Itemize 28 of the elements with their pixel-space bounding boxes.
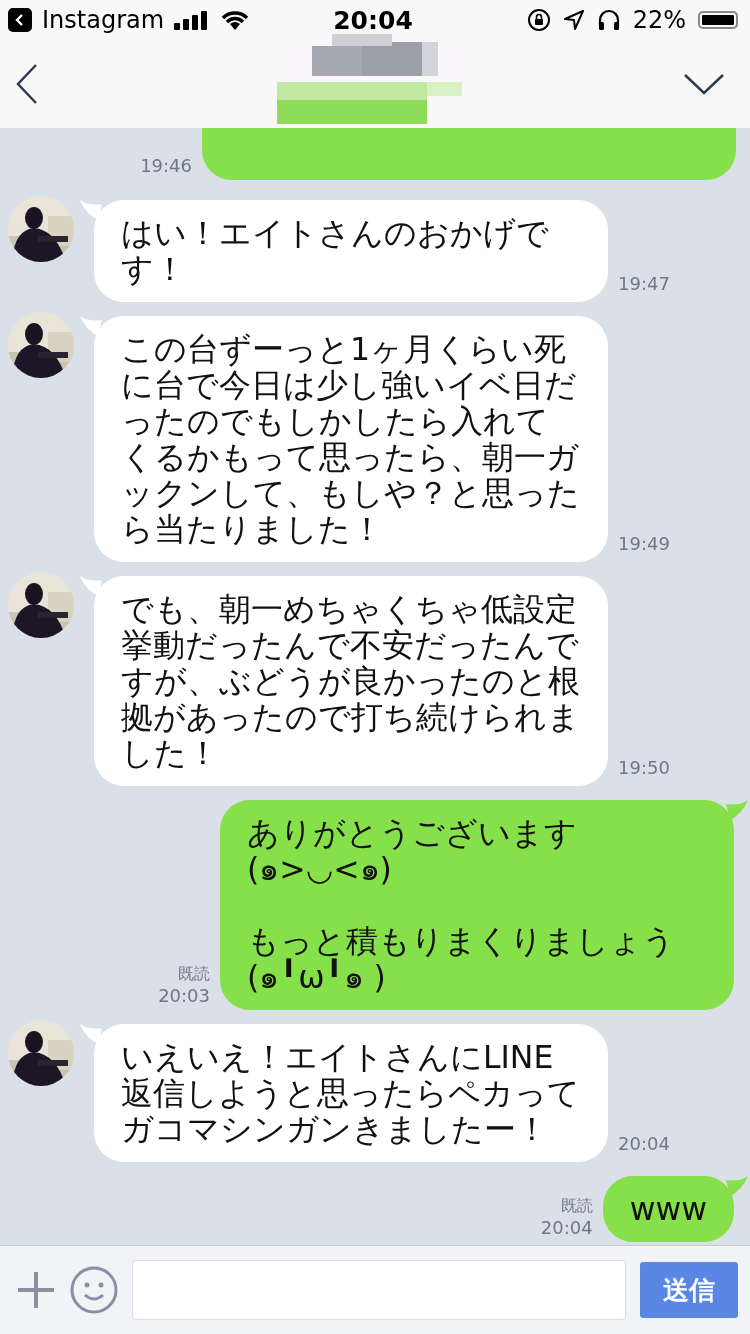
back-app-label[interactable]: Instagram — [42, 6, 165, 34]
read-receipt: 既読 — [560, 1196, 593, 1217]
battery-icon — [698, 11, 738, 29]
wifi-icon — [220, 9, 251, 31]
message-text: はい！エイトさんのおかげです！ — [121, 215, 550, 287]
message-time: 19:49 — [618, 533, 670, 554]
message-text: この台ずーっと1ヶ月くらい死に台で今日は少し強いイベ日だったのでもしかしたら入れてくるかもって思ったら、朝一ガックンして、もしや？と思ったら当たりました！ — [121, 331, 581, 547]
message-text: www — [629, 1191, 707, 1227]
message-time: 20:04 — [618, 1133, 670, 1154]
rotation-lock-icon — [526, 8, 551, 32]
message-time: 20:03 — [158, 985, 210, 1006]
message-input[interactable] — [132, 1260, 626, 1320]
emoji-icon[interactable] — [70, 1266, 118, 1314]
headphones-icon — [596, 9, 621, 31]
clock-time: 20:04 — [333, 5, 413, 35]
location-icon — [562, 9, 585, 31]
message-time: 20:04 — [540, 1217, 593, 1238]
message-time: 19:46 — [140, 155, 192, 176]
plus-icon[interactable] — [16, 1270, 56, 1310]
message-text: でも、朝一めちゃくちゃ低設定挙動だったんで不安だったんですが、ぶどうが良かったのと根拠があったので打ち続けられました！ — [121, 591, 581, 771]
chevron-down-icon[interactable] — [684, 73, 724, 95]
message-text: いえいえ！エイトさんにLINE返信しようと思ったらペカってガコマシンガンきましたー！ — [121, 1039, 581, 1147]
message-time: 19:50 — [618, 757, 670, 778]
read-receipt: 既読 — [178, 964, 210, 985]
message-time: 19:47 — [618, 273, 670, 294]
message-text: ありがとうございます(๑>◡<๑) もっと積もりまくりましょう(๑╹ω╹๑ ) — [247, 815, 676, 995]
battery-percent: 22% — [632, 6, 686, 34]
back-icon[interactable] — [16, 64, 38, 104]
